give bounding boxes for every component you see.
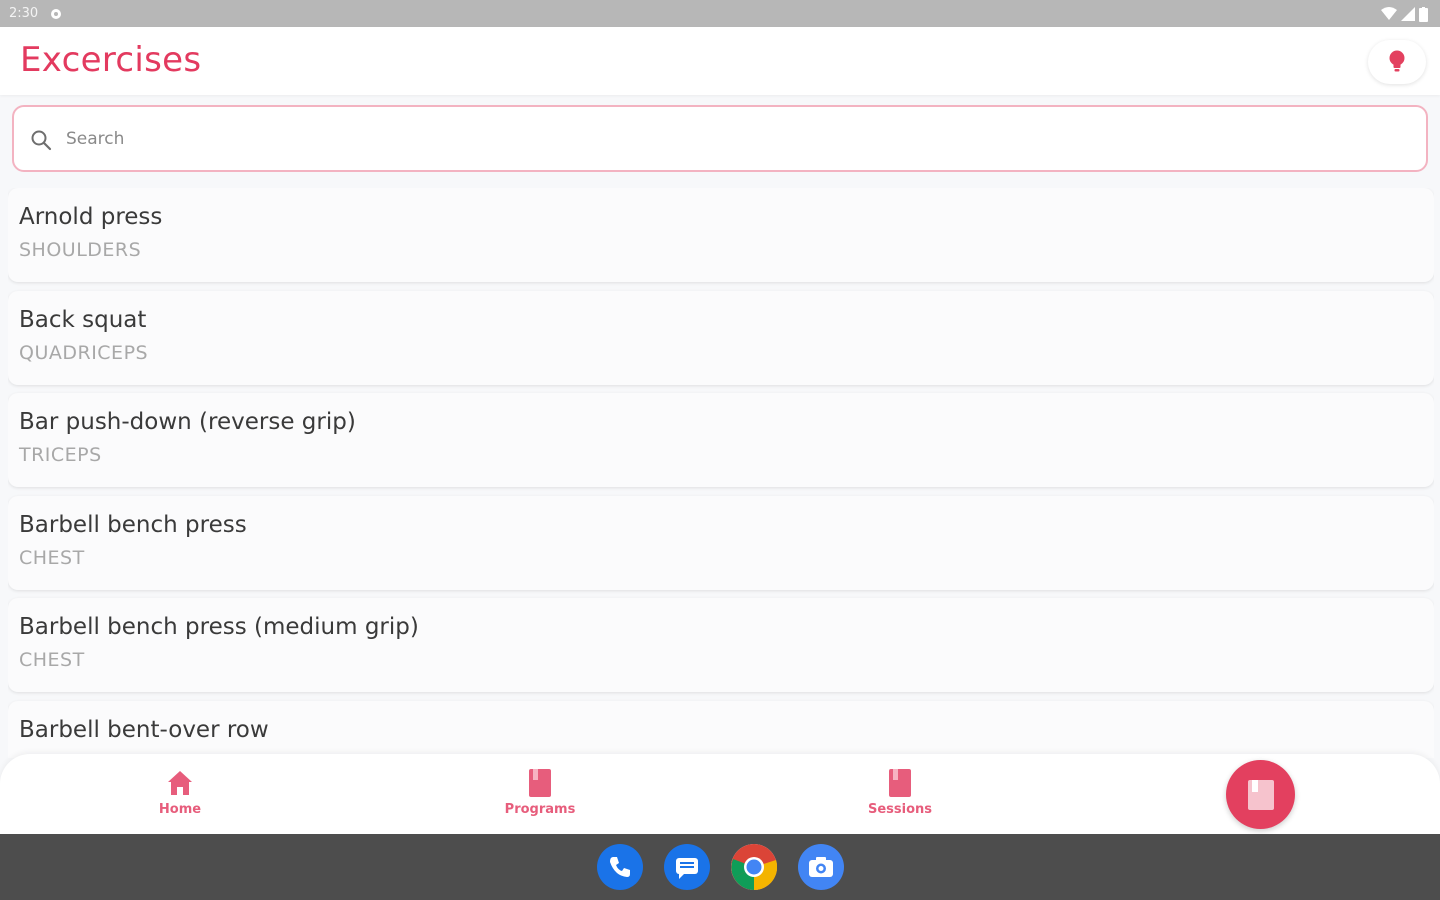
book-icon [529,769,551,797]
exercise-item[interactable]: Barbell bench press CHEST [8,495,1434,590]
status-time: 2:30 [9,6,39,21]
nav-label: Home [158,802,202,817]
bottom-navigation: Home Programs Sessions [0,754,1440,834]
camera-app[interactable] [798,844,844,890]
exercise-name: Barbell bench press [19,511,247,538]
search-icon [31,130,52,151]
status-bar: 2:30 [0,0,1440,27]
nav-home[interactable]: Home [90,754,270,834]
exercise-muscle-group: SHOULDERS [19,239,142,261]
page-title: Excercises [20,40,202,80]
status-icons [1381,6,1428,22]
nav-sessions[interactable]: Sessions [810,754,990,834]
home-icon [168,771,192,795]
hint-button[interactable] [1368,40,1426,84]
chrome-icon [731,844,777,890]
nav-label: Sessions [867,802,933,817]
exercise-muscle-group: CHEST [19,649,85,671]
exercise-list[interactable]: Arnold press SHOULDERS Back squat QUADRI… [8,188,1434,758]
app-header: Excercises [0,27,1440,95]
exercise-item[interactable]: Barbell bench press (medium grip) CHEST [8,598,1434,692]
messages-app[interactable] [664,844,710,890]
search-input[interactable] [66,119,1406,159]
exercise-item[interactable]: Barbell bent-over row [8,700,1434,758]
exercise-name: Arnold press [19,204,163,230]
nav-programs[interactable]: Programs [450,754,630,834]
book-icon [889,769,911,797]
exercise-muscle-group: TRICEPS [19,444,102,466]
exercise-name: Back squat [19,306,147,333]
exercise-item[interactable]: Arnold press SHOULDERS [8,188,1434,282]
exercise-name: Barbell bent-over row [19,716,269,743]
exercise-muscle-group: CHEST [19,546,85,569]
exercise-name: Bar push-down (reverse grip) [19,409,356,435]
exercise-muscle-group: QUADRICEPS [19,341,149,364]
exercise-item[interactable]: Bar push-down (reverse grip) TRICEPS [8,393,1434,487]
signal-icon [1401,7,1415,21]
book-icon [1247,779,1274,810]
exercise-item[interactable]: Back squat QUADRICEPS [8,290,1434,385]
camera-icon [809,857,833,877]
system-dock [0,834,1440,900]
nav-label: Programs [504,802,576,817]
settings-notification-icon [51,9,61,19]
messages-icon [676,858,698,879]
wifi-icon [1381,7,1397,20]
exercise-name: Barbell bench press (medium grip) [19,614,419,640]
phone-app[interactable] [597,844,643,890]
battery-icon [1419,6,1428,22]
search-box[interactable] [12,105,1428,172]
add-exercise-fab[interactable] [1226,760,1295,829]
chrome-app[interactable] [731,844,777,890]
lightbulb-icon [1389,50,1405,72]
phone-icon [610,857,630,877]
